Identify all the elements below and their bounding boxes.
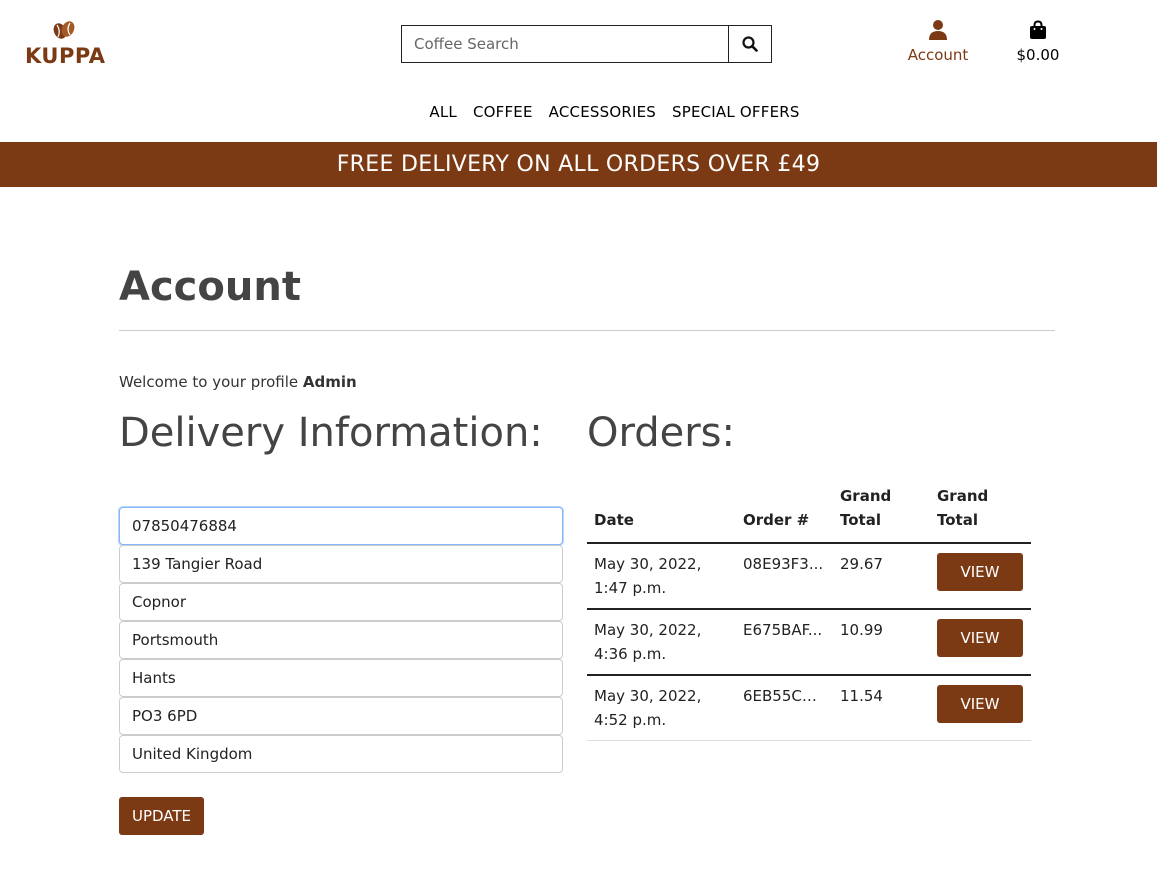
nav-item-special-offers[interactable]: SPECIAL OFFERS bbox=[672, 103, 800, 121]
country-field[interactable] bbox=[119, 735, 563, 773]
main-nav: ALL COFFEE ACCESSORIES SPECIAL OFFERS bbox=[0, 103, 1157, 121]
search-input[interactable] bbox=[401, 25, 728, 63]
table-row: May 30, 2022, 1:47 p.m. 08E93F3... 29.67… bbox=[587, 543, 1031, 610]
column-header-order-number: Order # bbox=[736, 480, 833, 544]
orders-table: Date Order # Grand Total Grand Total May… bbox=[587, 480, 1031, 741]
phone-field[interactable] bbox=[119, 507, 563, 545]
account-link[interactable]: Account bbox=[895, 20, 981, 64]
order-number: 6EB55CA... bbox=[736, 675, 833, 741]
order-date: May 30, 2022, 4:52 p.m. bbox=[587, 675, 736, 741]
site-logo[interactable]: KUPPA bbox=[25, 20, 105, 70]
bag-total: $0.00 bbox=[1016, 46, 1060, 64]
welcome-prefix: Welcome to your profile bbox=[119, 373, 303, 391]
street-address-1-field[interactable] bbox=[119, 545, 563, 583]
nav-item-all[interactable]: ALL bbox=[429, 103, 457, 121]
delivery-heading: Delivery Information: bbox=[119, 410, 543, 456]
order-date: May 30, 2022, 1:47 p.m. bbox=[587, 543, 736, 610]
column-header-date: Date bbox=[587, 480, 736, 544]
shopping-bag-link[interactable]: $0.00 bbox=[1008, 20, 1068, 64]
town-city-field[interactable] bbox=[119, 621, 563, 659]
view-order-button[interactable]: VIEW bbox=[937, 553, 1023, 591]
view-order-button[interactable]: VIEW bbox=[937, 685, 1023, 723]
page-title: Account bbox=[119, 264, 301, 310]
order-total: 11.54 bbox=[833, 675, 930, 741]
shopping-bag-icon bbox=[1030, 20, 1046, 39]
search-icon bbox=[742, 36, 758, 52]
order-action-cell: VIEW bbox=[930, 543, 1031, 610]
orders-heading: Orders: bbox=[587, 410, 735, 456]
update-button[interactable]: UPDATE bbox=[119, 797, 204, 835]
banner-text: FREE DELIVERY ON ALL ORDERS OVER £49 bbox=[336, 152, 821, 177]
order-total: 10.99 bbox=[833, 609, 930, 676]
orders-header-row: Date Order # Grand Total Grand Total bbox=[587, 480, 1031, 544]
title-divider bbox=[119, 330, 1055, 331]
search-form bbox=[401, 25, 772, 63]
nav-item-accessories[interactable]: ACCESSORIES bbox=[549, 103, 656, 121]
order-date: May 30, 2022, 4:36 p.m. bbox=[587, 609, 736, 676]
street-address-2-field[interactable] bbox=[119, 583, 563, 621]
nav-item-coffee[interactable]: COFFEE bbox=[473, 103, 533, 121]
coffee-beans-icon bbox=[53, 21, 75, 39]
welcome-message: Welcome to your profile Admin bbox=[119, 373, 357, 391]
order-action-cell: VIEW bbox=[930, 675, 1031, 741]
account-label: Account bbox=[907, 46, 969, 64]
username: Admin bbox=[302, 373, 357, 391]
logo-text: KUPPA bbox=[25, 44, 106, 68]
postcode-field[interactable] bbox=[119, 697, 563, 735]
column-header-grand-total-2: Grand Total bbox=[930, 480, 1031, 544]
county-field[interactable] bbox=[119, 659, 563, 697]
order-number: E675BAF... bbox=[736, 609, 833, 676]
column-header-grand-total: Grand Total bbox=[833, 480, 930, 544]
table-row: May 30, 2022, 4:52 p.m. 6EB55CA... 11.54… bbox=[587, 675, 1031, 741]
delivery-form bbox=[119, 507, 563, 773]
user-icon bbox=[929, 20, 947, 40]
order-number: 08E93F3... bbox=[736, 543, 833, 610]
order-action-cell: VIEW bbox=[930, 609, 1031, 676]
delivery-banner: FREE DELIVERY ON ALL ORDERS OVER £49 bbox=[0, 142, 1157, 187]
search-button[interactable] bbox=[728, 25, 772, 63]
view-order-button[interactable]: VIEW bbox=[937, 619, 1023, 657]
table-row: May 30, 2022, 4:36 p.m. E675BAF... 10.99… bbox=[587, 609, 1031, 676]
order-total: 29.67 bbox=[833, 543, 930, 610]
